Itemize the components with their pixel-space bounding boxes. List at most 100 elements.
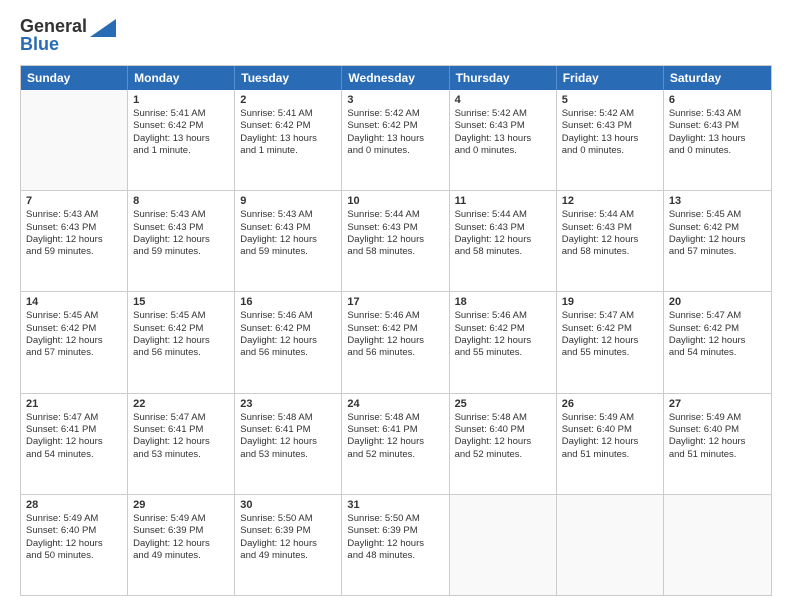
cell-info-line: Sunrise: 5:43 AM — [26, 209, 122, 221]
cell-info-line: and 0 minutes. — [669, 145, 766, 157]
cell-info-line: Sunrise: 5:45 AM — [26, 310, 122, 322]
calendar-body: 1Sunrise: 5:41 AMSunset: 6:42 PMDaylight… — [21, 90, 771, 595]
cell-info-line: Sunset: 6:41 PM — [347, 424, 443, 436]
calendar-row: 28Sunrise: 5:49 AMSunset: 6:40 PMDayligh… — [21, 495, 771, 595]
day-number: 28 — [26, 499, 122, 511]
cell-info-line: and 53 minutes. — [133, 449, 229, 461]
cell-info-line: and 58 minutes. — [562, 246, 658, 258]
calendar-header: SundayMondayTuesdayWednesdayThursdayFrid… — [21, 66, 771, 90]
calendar-row: 1Sunrise: 5:41 AMSunset: 6:42 PMDaylight… — [21, 90, 771, 191]
calendar-cell: 3Sunrise: 5:42 AMSunset: 6:42 PMDaylight… — [342, 90, 449, 190]
calendar-cell: 28Sunrise: 5:49 AMSunset: 6:40 PMDayligh… — [21, 495, 128, 595]
day-number: 24 — [347, 398, 443, 410]
cell-info-line: Sunrise: 5:46 AM — [347, 310, 443, 322]
page: General Blue SundayMondayTuesdayWednesda… — [0, 0, 792, 612]
calendar-cell: 29Sunrise: 5:49 AMSunset: 6:39 PMDayligh… — [128, 495, 235, 595]
cell-info-line: and 57 minutes. — [669, 246, 766, 258]
calendar-cell: 19Sunrise: 5:47 AMSunset: 6:42 PMDayligh… — [557, 292, 664, 392]
cell-info-line: Sunset: 6:40 PM — [562, 424, 658, 436]
cell-info-line: Daylight: 12 hours — [26, 234, 122, 246]
cell-info-line: Daylight: 13 hours — [240, 133, 336, 145]
cell-info-line: and 58 minutes. — [347, 246, 443, 258]
day-number: 20 — [669, 296, 766, 308]
calendar-row: 21Sunrise: 5:47 AMSunset: 6:41 PMDayligh… — [21, 394, 771, 495]
day-number: 2 — [240, 94, 336, 106]
weekday-header: Sunday — [21, 66, 128, 90]
cell-info-line: Daylight: 13 hours — [133, 133, 229, 145]
calendar-cell: 9Sunrise: 5:43 AMSunset: 6:43 PMDaylight… — [235, 191, 342, 291]
cell-info-line: and 54 minutes. — [26, 449, 122, 461]
cell-info-line: Sunset: 6:42 PM — [669, 323, 766, 335]
calendar-cell — [557, 495, 664, 595]
calendar-cell: 11Sunrise: 5:44 AMSunset: 6:43 PMDayligh… — [450, 191, 557, 291]
day-number: 12 — [562, 195, 658, 207]
calendar-cell: 20Sunrise: 5:47 AMSunset: 6:42 PMDayligh… — [664, 292, 771, 392]
calendar-cell: 8Sunrise: 5:43 AMSunset: 6:43 PMDaylight… — [128, 191, 235, 291]
day-number: 21 — [26, 398, 122, 410]
day-number: 18 — [455, 296, 551, 308]
cell-info-line: Sunrise: 5:46 AM — [455, 310, 551, 322]
cell-info-line: Sunset: 6:42 PM — [669, 222, 766, 234]
calendar-cell: 21Sunrise: 5:47 AMSunset: 6:41 PMDayligh… — [21, 394, 128, 494]
calendar-cell: 22Sunrise: 5:47 AMSunset: 6:41 PMDayligh… — [128, 394, 235, 494]
day-number: 8 — [133, 195, 229, 207]
calendar-cell: 12Sunrise: 5:44 AMSunset: 6:43 PMDayligh… — [557, 191, 664, 291]
cell-info-line: Daylight: 12 hours — [347, 234, 443, 246]
calendar-cell: 15Sunrise: 5:45 AMSunset: 6:42 PMDayligh… — [128, 292, 235, 392]
weekday-header: Saturday — [664, 66, 771, 90]
cell-info-line: Sunrise: 5:50 AM — [240, 513, 336, 525]
cell-info-line: Sunrise: 5:48 AM — [455, 412, 551, 424]
cell-info-line: Daylight: 12 hours — [347, 335, 443, 347]
day-number: 9 — [240, 195, 336, 207]
cell-info-line: and 50 minutes. — [26, 550, 122, 562]
cell-info-line: Daylight: 12 hours — [240, 335, 336, 347]
cell-info-line: Sunrise: 5:49 AM — [669, 412, 766, 424]
cell-info-line: Sunrise: 5:49 AM — [133, 513, 229, 525]
calendar-cell: 27Sunrise: 5:49 AMSunset: 6:40 PMDayligh… — [664, 394, 771, 494]
cell-info-line: and 56 minutes. — [240, 347, 336, 359]
header: General Blue — [20, 16, 772, 55]
cell-info-line: Sunset: 6:42 PM — [133, 120, 229, 132]
cell-info-line: Sunset: 6:43 PM — [455, 120, 551, 132]
calendar-cell: 24Sunrise: 5:48 AMSunset: 6:41 PMDayligh… — [342, 394, 449, 494]
day-number: 11 — [455, 195, 551, 207]
calendar-cell: 1Sunrise: 5:41 AMSunset: 6:42 PMDaylight… — [128, 90, 235, 190]
cell-info-line: Sunset: 6:43 PM — [669, 120, 766, 132]
cell-info-line: Daylight: 12 hours — [455, 335, 551, 347]
cell-info-line: Daylight: 12 hours — [562, 335, 658, 347]
cell-info-line: and 0 minutes. — [562, 145, 658, 157]
day-number: 5 — [562, 94, 658, 106]
weekday-header: Friday — [557, 66, 664, 90]
cell-info-line: Sunset: 6:42 PM — [562, 323, 658, 335]
cell-info-line: Daylight: 12 hours — [240, 436, 336, 448]
cell-info-line: Sunrise: 5:43 AM — [240, 209, 336, 221]
cell-info-line: Daylight: 12 hours — [347, 538, 443, 550]
logo-arrow-icon — [90, 19, 116, 37]
calendar-cell: 7Sunrise: 5:43 AMSunset: 6:43 PMDaylight… — [21, 191, 128, 291]
cell-info-line: Sunrise: 5:49 AM — [26, 513, 122, 525]
calendar-cell: 30Sunrise: 5:50 AMSunset: 6:39 PMDayligh… — [235, 495, 342, 595]
cell-info-line: and 0 minutes. — [455, 145, 551, 157]
cell-info-line: Daylight: 12 hours — [133, 436, 229, 448]
cell-info-line: Daylight: 13 hours — [669, 133, 766, 145]
cell-info-line: Sunset: 6:42 PM — [347, 323, 443, 335]
calendar-cell: 2Sunrise: 5:41 AMSunset: 6:42 PMDaylight… — [235, 90, 342, 190]
cell-info-line: Daylight: 13 hours — [455, 133, 551, 145]
logo-blue: Blue — [20, 34, 59, 55]
cell-info-line: and 59 minutes. — [26, 246, 122, 258]
cell-info-line: Sunrise: 5:49 AM — [562, 412, 658, 424]
cell-info-line: Daylight: 12 hours — [562, 436, 658, 448]
cell-info-line: Daylight: 12 hours — [133, 335, 229, 347]
day-number: 17 — [347, 296, 443, 308]
cell-info-line: and 1 minute. — [133, 145, 229, 157]
day-number: 19 — [562, 296, 658, 308]
weekday-header: Monday — [128, 66, 235, 90]
day-number: 4 — [455, 94, 551, 106]
cell-info-line: Daylight: 12 hours — [562, 234, 658, 246]
cell-info-line: Daylight: 12 hours — [133, 234, 229, 246]
cell-info-line: Daylight: 12 hours — [26, 335, 122, 347]
cell-info-line: Sunset: 6:43 PM — [455, 222, 551, 234]
calendar-cell: 4Sunrise: 5:42 AMSunset: 6:43 PMDaylight… — [450, 90, 557, 190]
cell-info-line: Sunset: 6:40 PM — [669, 424, 766, 436]
cell-info-line: Daylight: 12 hours — [455, 436, 551, 448]
